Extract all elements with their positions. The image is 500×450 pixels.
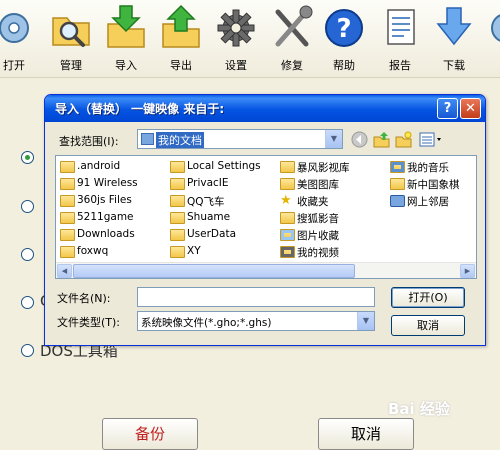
folder-icon [60,212,75,224]
toolbar-export-label: 导出 [170,59,192,72]
filename-label: 文件名(N): [57,292,111,305]
toolbar-repair-button[interactable]: 修复 [266,4,318,74]
folder-icon [170,161,185,173]
dialog-close-button[interactable]: ✕ [460,98,481,119]
toolbar-settings-label: 设置 [225,59,247,72]
backup-button[interactable]: 备份 [102,418,198,450]
folder-icon [60,195,75,207]
help-icon: ? [325,9,363,47]
toolbar-report-label: 报告 [389,59,411,72]
folder-icon [60,178,75,190]
open-button[interactable]: 打开(O) [391,287,465,308]
videos-folder-icon [280,246,295,258]
import-icon [107,5,145,48]
folder-icon [60,229,75,241]
settings-gear-icon [217,9,255,47]
more-icon [491,14,500,42]
new-folder-icon[interactable] [395,131,412,148]
pictures-folder-icon [280,229,295,241]
dialog-cancel-button[interactable]: 取消 [391,315,465,336]
folder-icon [170,195,185,207]
network-places-icon [390,195,405,207]
toolbar-manage-button[interactable]: 管理 [45,4,97,74]
folder-icon [170,178,185,190]
toolbar-more-button[interactable] [484,4,500,74]
filetype-dropdown-arrow-icon[interactable]: ▼ [357,312,374,330]
scroll-right-icon[interactable]: ▶ [460,264,475,278]
option-radio-1[interactable] [21,151,34,164]
toolbar-download-label: 下载 [443,59,465,72]
toolbar-report-button[interactable]: 报告 [374,4,426,74]
toolbar-repair-label: 修复 [281,59,303,72]
folder-icon [280,212,295,224]
manage-icon [52,17,90,47]
option-radio-2[interactable] [21,200,34,213]
toolbar-import-label: 导入 [115,59,137,72]
filetype-dropdown[interactable]: 系统映像文件(*.gho;*.ghs) ▼ [137,311,375,331]
open-icon [0,13,29,43]
toolbar-open-button[interactable]: 打开 [0,4,40,74]
toolbar-settings-button[interactable]: 设置 [210,4,262,74]
dialog-title-bar[interactable]: 导入（替换） 一键映像 来自于: ? ✕ [45,95,485,122]
dialog-help-button[interactable]: ? [437,98,458,119]
main-toolbar: 打开 管理 导入 导出 设置 修复 ? 帮助 报告 下载 [0,0,500,78]
look-in-label: 查找范围(I): [59,135,119,148]
horizontal-scrollbar[interactable]: ◀ ▶ [56,262,476,278]
toolbar-export-button[interactable]: 导出 [155,4,207,74]
option-radio-4[interactable] [21,296,34,309]
toolbar-import-button[interactable]: 导入 [100,4,152,74]
folder-icon [170,212,185,224]
up-folder-icon[interactable] [373,131,390,148]
look-in-dropdown-arrow-icon[interactable]: ▼ [325,130,342,148]
toolbar-download-button[interactable]: 下载 [428,4,480,74]
filename-input[interactable] [137,287,375,307]
filetype-label: 文件类型(T): [57,316,121,329]
look-in-value: 我的文档 [156,132,204,148]
dialog-title: 导入（替换） 一键映像 来自于: [55,102,225,116]
export-icon [162,4,200,48]
option-radio-3[interactable] [21,248,34,261]
svg-text:?: ? [336,14,351,44]
folder-icon [280,161,295,173]
import-file-dialog: 导入（替换） 一键映像 来自于: ? ✕ 查找范围(I): 我的文档 ▼ .an… [44,94,486,346]
music-folder-icon [390,161,405,173]
folder-icon [390,178,405,190]
download-icon [436,7,472,46]
folder-icon [170,246,185,258]
view-menu-icon[interactable] [419,131,443,148]
repair-tools-icon [275,5,313,47]
folder-icon [60,161,75,173]
my-documents-icon [141,133,154,145]
filetype-value: 系统映像文件(*.gho;*.ghs) [141,317,272,329]
favorites-star-icon: ★ [280,193,292,208]
toolbar-open-label: 打开 [3,59,25,72]
report-icon [387,9,415,45]
look-in-dropdown[interactable]: 我的文档 ▼ [137,129,343,149]
toolbar-manage-label: 管理 [60,59,82,72]
watermark: Bai 经验 [388,400,450,418]
folder-icon [60,246,75,258]
toolbar-help-label: 帮助 [333,59,355,72]
folder-icon [280,178,295,190]
option-radio-dos-toolbox[interactable] [21,344,34,357]
file-list[interactable]: .android 91 Wireless 360js Files 5211gam… [55,155,477,279]
back-icon[interactable] [351,131,368,148]
scroll-left-icon[interactable]: ◀ [57,264,72,278]
folder-icon [170,229,185,241]
toolbar-help-button[interactable]: ? 帮助 [318,4,370,74]
scrollbar-thumb[interactable] [73,264,355,278]
